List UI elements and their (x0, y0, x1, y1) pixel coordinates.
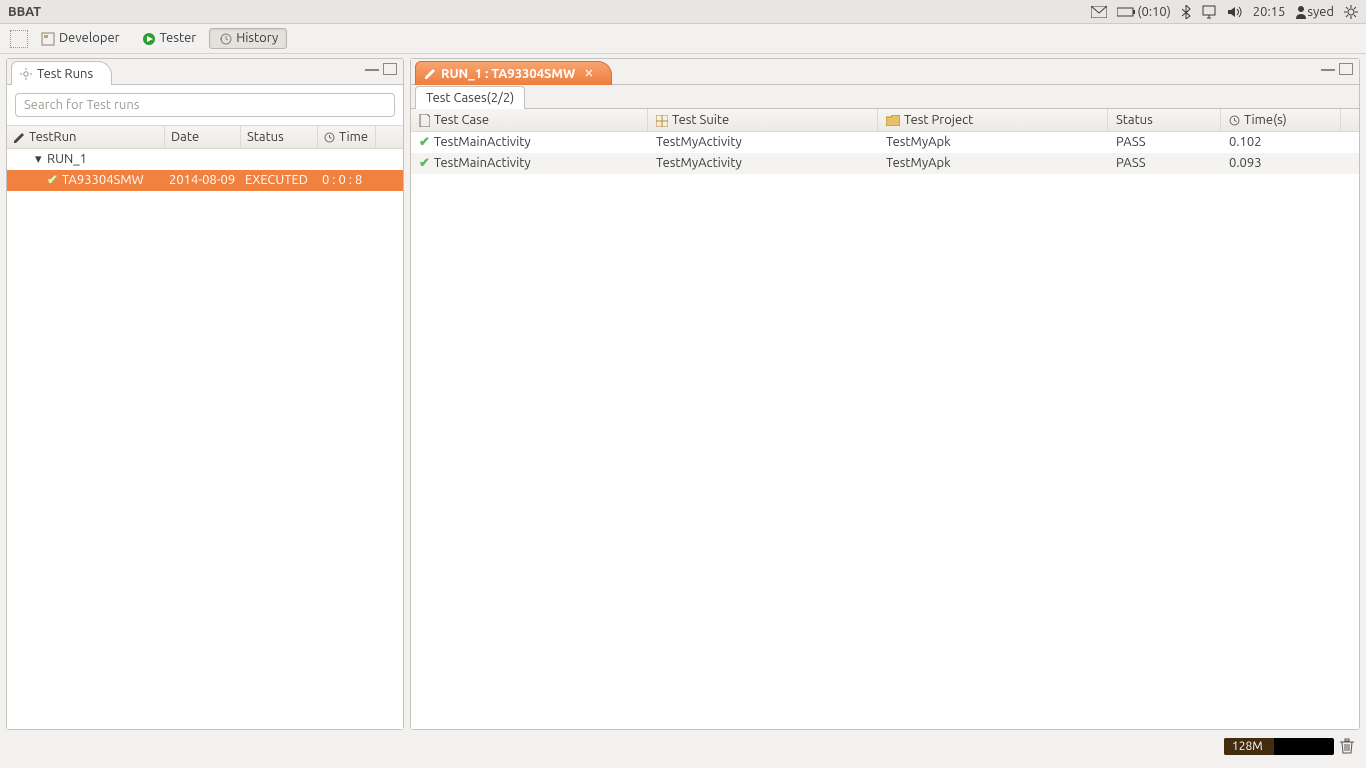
trash-icon[interactable] (1340, 738, 1354, 754)
check-icon: ✔ (47, 173, 58, 187)
col-status[interactable]: Status (241, 126, 318, 148)
cell-suite: TestMyActivity (648, 153, 878, 174)
test-runs-tab-label: Test Runs (37, 67, 93, 81)
perspective-developer-label: Developer (59, 31, 120, 45)
cell-status: PASS (1108, 132, 1221, 153)
open-perspective-button[interactable] (10, 30, 28, 48)
col-testrun-label: TestRun (29, 130, 76, 144)
tc-table-header: Test Case Test Suite Test Project Status (411, 109, 1359, 132)
col-status[interactable]: Status (1108, 109, 1221, 131)
heap-label: 128M (1232, 740, 1263, 753)
table-row[interactable]: ✔ TestMainActivity TestMyActivityTestMyApk… (411, 132, 1359, 153)
col-date[interactable]: Date (165, 126, 241, 148)
cell-project: TestMyApk (878, 132, 1108, 153)
col-testsuite-label: Test Suite (672, 113, 729, 127)
maximize-view-button[interactable] (383, 63, 397, 75)
table-row[interactable]: ✔ TestMainActivity TestMyActivityTestMyApk… (411, 153, 1359, 174)
user-label: syed (1307, 5, 1334, 19)
system-tray: (0:10) 20:15 syed (1091, 5, 1358, 19)
minimize-view-button[interactable] (1321, 63, 1335, 71)
gear-small-icon (20, 67, 32, 81)
col-time-label: Time (339, 130, 368, 144)
left-pane-tabs: Test Runs (7, 59, 403, 85)
cell-case: TestMainActivity (434, 135, 531, 149)
user-indicator[interactable]: syed (1295, 5, 1334, 19)
app-title: BBAT (8, 5, 41, 19)
right-pane-tabs: RUN_1 : TA93304SMW ✕ (411, 59, 1359, 85)
folder-icon (886, 113, 900, 127)
cell-time: 0.093 (1221, 153, 1341, 174)
test-runs-pane: Test Runs TestRun Date Status (6, 58, 404, 730)
clock-label[interactable]: 20:15 (1253, 5, 1286, 19)
perspective-developer[interactable]: Developer (32, 28, 129, 49)
mail-icon[interactable] (1091, 6, 1107, 18)
bluetooth-icon[interactable] (1181, 5, 1191, 19)
col-testcase[interactable]: Test Case (411, 109, 648, 131)
tree-child-time: 0 : 0 : 8 (318, 170, 376, 191)
cell-suite: TestMyActivity (648, 132, 878, 153)
perspective-history-label: History (236, 31, 278, 45)
col-time-label: Time(s) (1244, 113, 1287, 127)
tree-row-run1[interactable]: ▾RUN_1 (7, 149, 403, 170)
perspective-tester-label: Tester (160, 31, 197, 45)
file-icon (419, 113, 430, 127)
tree-root-label: RUN_1 (47, 152, 87, 166)
col-status-label: Status (247, 130, 284, 144)
history-icon (218, 31, 232, 46)
perspective-history[interactable]: History (209, 28, 287, 49)
clock-icon (1229, 113, 1240, 127)
expand-toggle[interactable]: ▾ (35, 152, 45, 167)
gear-icon[interactable] (1344, 5, 1358, 19)
run-detail-tab[interactable]: RUN_1 : TA93304SMW ✕ (415, 61, 612, 85)
test-runs-tab[interactable]: Test Runs (11, 61, 112, 85)
maximize-view-button[interactable] (1339, 63, 1353, 75)
col-time[interactable]: Time (318, 126, 376, 148)
col-date-label: Date (171, 130, 199, 144)
cell-case: TestMainActivity (434, 156, 531, 170)
search-input[interactable] (15, 93, 395, 117)
tree-child-name: TA93304SMW (62, 173, 144, 187)
perspective-toolbar: Developer Tester History (0, 24, 1366, 54)
battery-indicator[interactable]: (0:10) (1117, 5, 1170, 19)
minimize-view-button[interactable] (365, 63, 379, 71)
grid-icon (656, 113, 668, 127)
perspective-tester[interactable]: Tester (133, 28, 206, 49)
check-icon: ✔ (419, 135, 430, 149)
pencil-icon (424, 67, 436, 81)
battery-label: (0:10) (1137, 5, 1170, 19)
cell-status: PASS (1108, 153, 1221, 174)
heap-indicator[interactable]: 128M (1224, 738, 1334, 755)
tree-row-child[interactable]: ✔ TA93304SMW 2014-08-09 EXECUTED 0 : 0 : … (7, 170, 403, 191)
cell-time: 0.102 (1221, 132, 1341, 153)
col-testrun[interactable]: TestRun (7, 126, 165, 148)
close-tab-button[interactable]: ✕ (584, 67, 593, 80)
test-cases-pane: RUN_1 : TA93304SMW ✕ Test Cases(2/2) Tes… (410, 58, 1360, 730)
subtab-bar: Test Cases(2/2) (411, 85, 1359, 109)
col-time[interactable]: Time(s) (1221, 109, 1341, 131)
status-bar: 128M (0, 734, 1366, 758)
workspace: Test Runs TestRun Date Status (0, 54, 1366, 734)
col-testproject[interactable]: Test Project (878, 109, 1108, 131)
tree-child-date: 2014-08-09 (165, 170, 241, 191)
network-icon[interactable] (1201, 5, 1217, 19)
subtab-testcases[interactable]: Test Cases(2/2) (415, 86, 525, 109)
developer-icon (41, 31, 55, 46)
col-status-label: Status (1116, 113, 1153, 127)
col-testproject-label: Test Project (904, 113, 973, 127)
tree-child-status: EXECUTED (241, 170, 318, 191)
clock-icon (324, 130, 335, 144)
col-testcase-label: Test Case (434, 113, 489, 127)
subtab-label: Test Cases(2/2) (426, 91, 514, 105)
pencil-icon (13, 130, 25, 144)
col-testsuite[interactable]: Test Suite (648, 109, 878, 131)
check-icon: ✔ (419, 156, 430, 170)
system-menubar: BBAT (0:10) 20:15 syed (0, 0, 1366, 24)
play-icon (142, 31, 156, 46)
volume-icon[interactable] (1227, 5, 1243, 19)
run-detail-tab-label: RUN_1 : TA93304SMW (441, 67, 575, 81)
tree-table-header: TestRun Date Status Time (7, 125, 403, 149)
cell-project: TestMyApk (878, 153, 1108, 174)
